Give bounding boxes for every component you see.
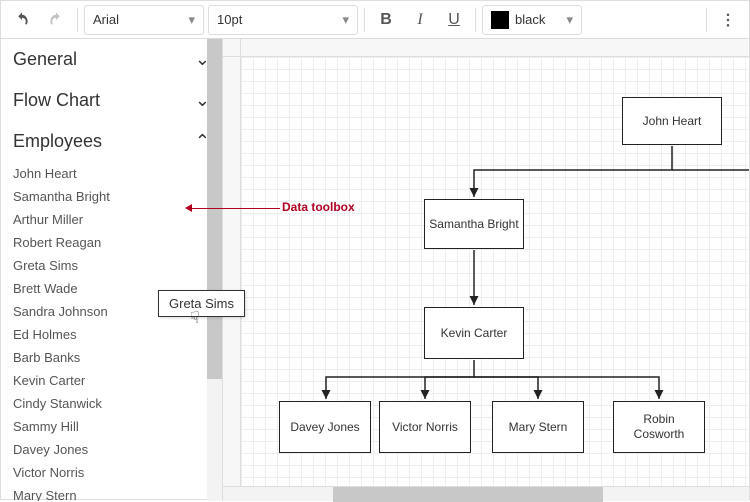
font-family-value: Arial <box>93 12 119 27</box>
list-item[interactable]: Mary Stern <box>13 484 210 501</box>
org-node-robin-cosworth[interactable]: Robin Cosworth <box>613 401 705 453</box>
font-size-select[interactable]: 10pt ▾ <box>208 5 358 35</box>
list-item[interactable]: Davey Jones <box>13 438 210 461</box>
section-label: General <box>13 49 77 70</box>
cursor-pointer-icon: ☟ <box>190 308 200 328</box>
section-flowchart[interactable]: Flow Chart ⌄ <box>1 80 222 121</box>
section-general[interactable]: General ⌄ <box>1 39 222 80</box>
chevron-down-icon: ▾ <box>188 12 195 28</box>
scrollbar-thumb[interactable] <box>207 39 222 379</box>
underline-icon: U <box>448 11 460 29</box>
annotation-label: Data toolbox <box>282 200 355 214</box>
list-item[interactable]: Barb Banks <box>13 346 210 369</box>
section-employees[interactable]: Employees ⌃ <box>1 121 222 162</box>
vertical-ruler <box>223 57 241 486</box>
annotation-arrow-icon <box>185 204 192 212</box>
node-label: Robin Cosworth <box>618 412 700 442</box>
annotation-line <box>192 208 280 209</box>
node-label: Mary Stern <box>509 420 568 435</box>
bold-icon: B <box>380 11 392 29</box>
sidebar-scrollbar[interactable] <box>207 39 222 501</box>
org-node-victor-norris[interactable]: Victor Norris <box>379 401 471 453</box>
more-options-button[interactable] <box>713 5 743 35</box>
drag-ghost-label: Greta Sims <box>169 296 234 311</box>
underline-button[interactable]: U <box>439 5 469 35</box>
separator <box>706 8 707 32</box>
ruler-corner <box>223 39 241 57</box>
vertical-dots-icon <box>719 11 737 29</box>
section-label: Flow Chart <box>13 90 100 111</box>
undo-icon <box>13 11 31 29</box>
chevron-down-icon: ▾ <box>342 12 349 28</box>
list-item[interactable]: Kevin Carter <box>13 369 210 392</box>
canvas-area: John Heart Samantha Bright Kevin Carter … <box>223 39 749 501</box>
italic-icon: I <box>417 11 422 29</box>
separator <box>475 8 476 32</box>
list-item[interactable]: Greta Sims <box>13 254 210 277</box>
toolbar: Arial ▾ 10pt ▾ B I U black ▾ <box>1 1 749 39</box>
color-select[interactable]: black ▾ <box>482 5 582 35</box>
node-label: John Heart <box>643 114 702 129</box>
node-label: Davey Jones <box>290 420 359 435</box>
org-node-davey-jones[interactable]: Davey Jones <box>279 401 371 453</box>
color-swatch <box>491 11 509 29</box>
redo-button[interactable] <box>41 5 71 35</box>
list-item[interactable]: Cindy Stanwick <box>13 392 210 415</box>
employees-list: John Heart Samantha Bright Arthur Miller… <box>1 162 222 501</box>
list-item[interactable]: Arthur Miller <box>13 208 210 231</box>
font-size-value: 10pt <box>217 12 242 27</box>
diagram-canvas[interactable]: John Heart Samantha Bright Kevin Carter … <box>241 57 749 486</box>
section-label: Employees <box>13 131 102 152</box>
node-label: Samantha Bright <box>429 217 518 232</box>
list-item[interactable]: Samantha Bright <box>13 185 210 208</box>
list-item[interactable]: Robert Reagan <box>13 231 210 254</box>
bold-button[interactable]: B <box>371 5 401 35</box>
horizontal-scrollbar[interactable] <box>223 486 749 501</box>
node-label: Victor Norris <box>392 420 458 435</box>
org-node-john-heart[interactable]: John Heart <box>622 97 722 145</box>
separator <box>77 8 78 32</box>
drag-ghost[interactable]: Greta Sims <box>158 290 245 317</box>
org-node-samantha-bright[interactable]: Samantha Bright <box>424 199 524 249</box>
sidebar: General ⌄ Flow Chart ⌄ Employees ⌃ John … <box>1 39 223 501</box>
list-item[interactable]: Ed Holmes <box>13 323 210 346</box>
node-label: Kevin Carter <box>441 326 508 341</box>
horizontal-ruler <box>241 39 749 57</box>
italic-button[interactable]: I <box>405 5 435 35</box>
color-value: black <box>515 12 545 27</box>
redo-icon <box>47 11 65 29</box>
chevron-down-icon: ▾ <box>566 12 573 28</box>
org-node-kevin-carter[interactable]: Kevin Carter <box>424 307 524 359</box>
org-node-mary-stern[interactable]: Mary Stern <box>492 401 584 453</box>
list-item[interactable]: John Heart <box>13 162 210 185</box>
list-item[interactable]: Victor Norris <box>13 461 210 484</box>
undo-button[interactable] <box>7 5 37 35</box>
separator <box>364 8 365 32</box>
list-item[interactable]: Sammy Hill <box>13 415 210 438</box>
font-family-select[interactable]: Arial ▾ <box>84 5 204 35</box>
